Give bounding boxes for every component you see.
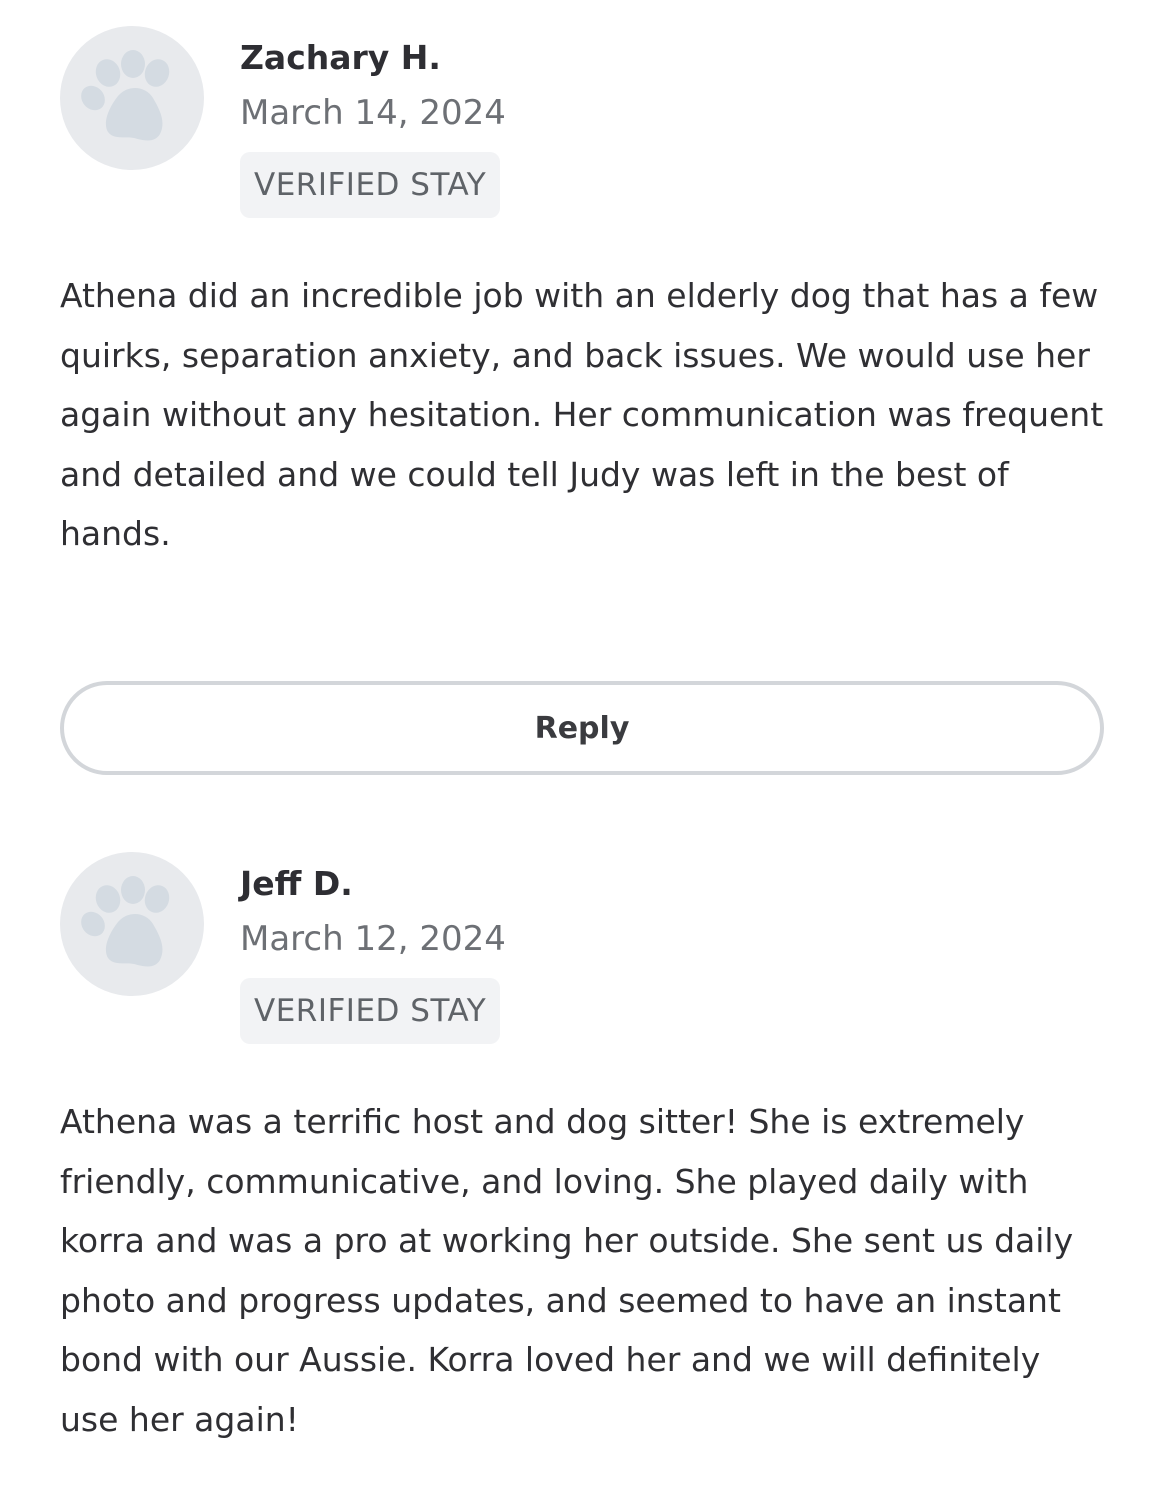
review-text: Athena did an incredible job with an eld…: [60, 276, 1104, 553]
reviewer-name: Jeff D.: [240, 864, 353, 903]
review-date: March 12, 2024: [240, 919, 506, 959]
review-text: Athena was a terrific host and dog sitte…: [60, 1102, 1074, 1439]
review-meta: Zachary H. March 14, 2024 VERIFIED STAY: [240, 26, 506, 218]
paw-print-icon: [81, 876, 170, 967]
avatar: [60, 852, 204, 996]
paw-print-icon: [81, 50, 170, 141]
verified-stay-badge: VERIFIED STAY: [240, 152, 501, 218]
review-date: March 14, 2024: [240, 93, 506, 133]
verified-stay-badge: VERIFIED STAY: [240, 978, 501, 1044]
reviewer-name: Zachary H.: [240, 38, 441, 77]
reply-button[interactable]: Reply: [60, 681, 1104, 775]
avatar: [60, 26, 204, 170]
review-meta: Jeff D. March 12, 2024 VERIFIED STAY: [240, 852, 506, 1044]
review-header: Zachary H. March 14, 2024 VERIFIED STAY: [60, 26, 1108, 218]
review-card: Jeff D. March 12, 2024 VERIFIED STAY Ath…: [60, 852, 1108, 1449]
review-card: Zachary H. March 14, 2024 VERIFIED STAY …: [60, 26, 1108, 564]
review-header: Jeff D. March 12, 2024 VERIFIED STAY: [60, 852, 1108, 1044]
